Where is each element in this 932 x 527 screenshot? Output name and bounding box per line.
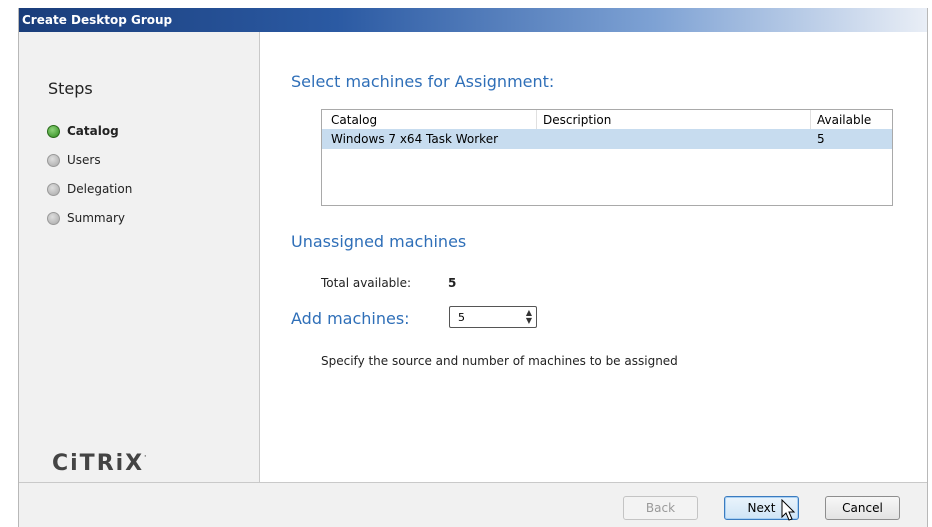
create-desktop-group-window: Create Desktop Group Steps Catalog Users… (18, 8, 928, 527)
add-machines-spinner[interactable]: 5 ▲ ▼ (449, 306, 537, 328)
window-title: Create Desktop Group (22, 13, 173, 27)
step-delegation[interactable]: Delegation (47, 181, 132, 197)
step-inactive-icon (47, 153, 60, 167)
steps-sidebar: Steps Catalog Users Delegation Summary C… (19, 32, 260, 482)
total-available-label: Total available: (321, 276, 412, 290)
step-label: Catalog (67, 124, 119, 138)
hint-text: Specify the source and number of machine… (321, 354, 678, 368)
spinner-value: 5 (458, 311, 465, 324)
table-row[interactable]: Windows 7 x64 Task Worker 5 (322, 129, 892, 149)
step-label: Delegation (67, 182, 133, 196)
spinner-arrows-icon[interactable]: ▲ ▼ (526, 309, 532, 325)
cancel-button[interactable]: Cancel (825, 496, 900, 520)
step-label: Users (67, 153, 101, 167)
cell-available: 5 (817, 132, 825, 146)
step-label: Summary (67, 211, 125, 225)
add-machines-label: Add machines: (291, 309, 410, 328)
step-summary[interactable]: Summary (47, 210, 125, 226)
column-divider (810, 110, 811, 129)
step-active-icon (47, 124, 60, 138)
column-description[interactable]: Description (543, 113, 611, 127)
select-machines-heading: Select machines for Assignment: (291, 72, 555, 91)
citrix-logo: CiTRiX· (52, 451, 148, 476)
logo-text: CiTRiX (52, 451, 145, 476)
title-bar: Create Desktop Group (19, 8, 927, 32)
cell-catalog: Windows 7 x64 Task Worker (331, 132, 499, 146)
logo-mark: · (144, 453, 149, 460)
catalog-table[interactable]: Catalog Description Available Windows 7 … (321, 109, 893, 206)
step-inactive-icon (47, 211, 60, 225)
column-catalog[interactable]: Catalog (331, 113, 377, 127)
column-divider (536, 110, 537, 129)
step-users[interactable]: Users (47, 152, 101, 168)
step-inactive-icon (47, 182, 60, 196)
column-available[interactable]: Available (817, 113, 871, 127)
back-button[interactable]: Back (623, 496, 698, 520)
steps-heading: Steps (48, 79, 93, 98)
unassigned-machines-heading: Unassigned machines (291, 232, 467, 251)
total-available-value: 5 (448, 276, 457, 290)
step-catalog[interactable]: Catalog (47, 123, 119, 139)
table-header: Catalog Description Available (322, 110, 892, 129)
mouse-cursor-icon (781, 499, 796, 521)
